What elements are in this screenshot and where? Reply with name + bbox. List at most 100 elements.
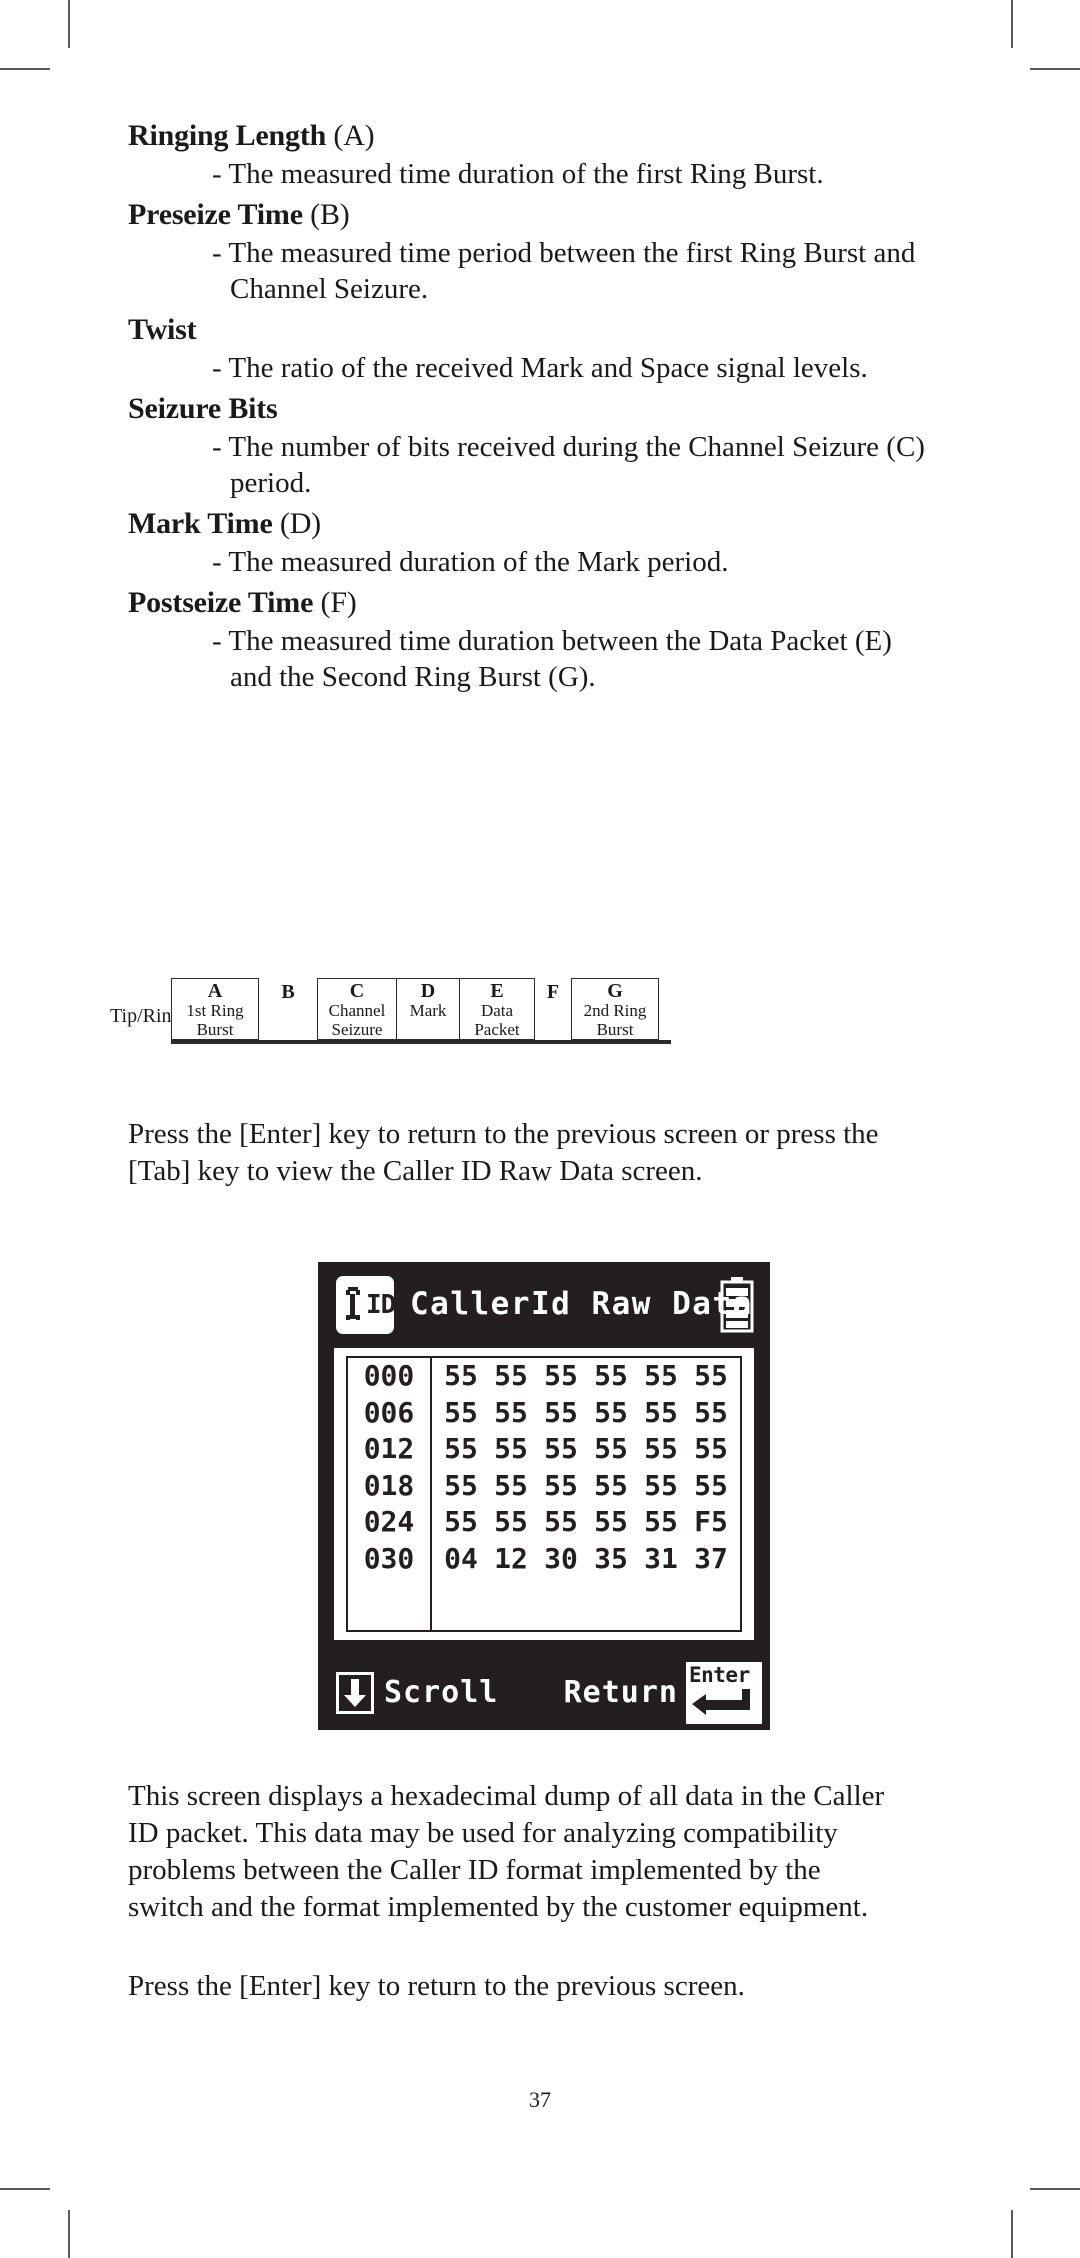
segment-letter: D [420, 980, 436, 1002]
hex-byte: 55 [594, 1468, 628, 1502]
crop-mark-bottom-left-vertical [68, 2210, 70, 2258]
table-row: 030 04 12 30 35 31 37 [348, 1540, 740, 1577]
crop-mark-top-left-vertical [68, 0, 70, 48]
hex-address: 018 [348, 1467, 432, 1504]
hex-byte: 55 [694, 1432, 728, 1466]
paragraph-return-instruction: Press the [Enter] key to return to the p… [128, 1970, 745, 2002]
term-name: Twist [128, 313, 197, 346]
diagram-segment-c: C Channel Seizure [317, 978, 397, 1040]
battery-full-icon [720, 1277, 754, 1333]
segment-letter: A [207, 980, 223, 1002]
arrow-down-icon[interactable] [336, 1672, 374, 1714]
term-entry-preseize-time: Preseize Time (B) - The measured time pe… [128, 195, 952, 307]
diagram-segment-f: F [546, 981, 560, 1003]
crop-mark-top-right-vertical [1011, 0, 1013, 48]
return-softkey-label[interactable]: Return [564, 1672, 678, 1714]
table-row: 024 55 55 55 55 55 F5 [348, 1504, 740, 1541]
hex-address: 030 [348, 1540, 432, 1577]
hex-byte: 55 [544, 1395, 578, 1429]
hex-byte: 55 [594, 1395, 628, 1429]
hex-byte: 30 [544, 1541, 578, 1575]
phone-handset-glyph [346, 1287, 360, 1320]
term-definition: - The number of bits received during the… [212, 431, 925, 499]
enter-return-arrow-icon [692, 1689, 750, 1715]
hex-byte: 55 [694, 1359, 728, 1393]
enter-key-icon[interactable]: Enter [686, 1662, 762, 1724]
crop-mark-bottom-right-vertical [1011, 2210, 1013, 2258]
diagram-segment-a: A 1st Ring Burst [171, 978, 259, 1040]
hex-byte-group: 55 55 55 55 55 55 [432, 1468, 740, 1504]
table-row: 000 55 55 55 55 55 55 [348, 1358, 740, 1395]
term-heading: Seizure Bits [128, 389, 952, 429]
segment-line1: Channel [328, 1001, 386, 1020]
hex-address: 000 [348, 1358, 432, 1395]
hex-byte-group: 55 55 55 55 55 55 [432, 1395, 740, 1431]
lcd-content-area: 000 55 55 55 55 55 55 006 55 55 55 55 55 [334, 1348, 754, 1640]
enter-key-label: Enter [689, 1663, 750, 1687]
paragraph-navigation-instructions: Press the [Enter] key to return to the p… [128, 1118, 879, 1187]
diagram-segment-b: B [281, 981, 295, 1003]
hex-byte: 55 [644, 1505, 678, 1539]
segment-line2: Seizure [331, 1020, 383, 1039]
tip-ring-timing-diagram: Tip/Ring A 1st Ring Burst B C Channel Se… [0, 968, 1080, 1088]
lcd-softkey-bar: Scroll Return Enter [318, 1656, 770, 1730]
hex-byte: 55 [444, 1432, 478, 1466]
hex-byte: 55 [494, 1432, 528, 1466]
hex-byte: 55 [594, 1359, 628, 1393]
segment-line2: Burst [596, 1020, 634, 1039]
hex-byte: 55 [494, 1468, 528, 1502]
hex-byte-group: 55 55 55 55 55 55 [432, 1431, 740, 1467]
term-heading: Postseize Time (F) [128, 583, 952, 623]
diagram-baseline-left [171, 1040, 571, 1044]
table-row: 012 55 55 55 55 55 55 [348, 1431, 740, 1468]
caller-id-icon-label: ID [366, 1290, 396, 1320]
hex-byte: 55 [644, 1359, 678, 1393]
term-entry-postseize-time: Postseize Time (F) - The measured time d… [128, 583, 952, 695]
hex-address-column-divider [430, 1577, 432, 1632]
lcd-title: CallerId Raw Data [410, 1286, 753, 1322]
scroll-softkey-label[interactable]: Scroll [384, 1672, 498, 1714]
lcd-title-bar: ID CallerId Raw Data [318, 1262, 770, 1348]
segment-line1: Mark [409, 1001, 447, 1020]
hex-byte: 55 [544, 1468, 578, 1502]
term-definition: - The measured time duration of the firs… [212, 158, 824, 190]
segment-line2: Packet [474, 1020, 520, 1039]
hex-dump-table: 000 55 55 55 55 55 55 006 55 55 55 55 55 [346, 1356, 742, 1632]
crop-mark-bottom-right-horizontal [1030, 2188, 1080, 2190]
hex-byte: F5 [694, 1505, 728, 1539]
diagram-segment-e: E Data Packet [459, 978, 535, 1040]
hex-byte: 35 [594, 1541, 628, 1575]
term-letter: (F) [320, 586, 357, 619]
page-number: 37 [529, 2087, 551, 2112]
term-entry-twist: Twist - The ratio of the received Mark a… [128, 310, 952, 386]
crop-mark-top-left-horizontal [0, 68, 50, 70]
arrow-down-glyph [344, 1679, 366, 1707]
term-heading: Mark Time (D) [128, 504, 952, 544]
term-letter: (D) [279, 507, 321, 540]
hex-address: 006 [348, 1394, 432, 1431]
hex-byte: 37 [694, 1541, 728, 1575]
term-letter: (B) [310, 198, 350, 231]
diagram-segment-d: D Mark [396, 978, 460, 1040]
device-lcd-screen: ID CallerId Raw Data 000 55 55 55 55 55 … [318, 1262, 770, 1730]
term-entry-seizure-bits: Seizure Bits - The number of bits receiv… [128, 389, 952, 501]
table-row: 006 55 55 55 55 55 55 [348, 1394, 740, 1431]
term-definition: - The measured duration of the Mark peri… [212, 546, 729, 578]
hex-byte: 55 [444, 1395, 478, 1429]
segment-line1: Data [480, 1001, 514, 1020]
hex-byte: 55 [544, 1505, 578, 1539]
hex-byte: 04 [444, 1541, 478, 1575]
segment-line1: 1st Ring [186, 1001, 244, 1020]
segment-letter: C [349, 980, 365, 1002]
term-entry-mark-time: Mark Time (D) - The measured duration of… [128, 504, 952, 580]
hex-byte: 55 [594, 1432, 628, 1466]
hex-byte: 55 [444, 1505, 478, 1539]
caller-id-icon: ID [336, 1276, 396, 1334]
term-heading: Twist [128, 310, 952, 350]
term-letter: (A) [333, 119, 375, 152]
segment-line1: 2nd Ring [583, 1001, 647, 1020]
hex-byte: 55 [644, 1432, 678, 1466]
term-name: Postseize Time [128, 586, 314, 619]
crop-mark-top-right-horizontal [1030, 68, 1080, 70]
hex-byte-group: 04 12 30 35 31 37 [432, 1541, 740, 1577]
